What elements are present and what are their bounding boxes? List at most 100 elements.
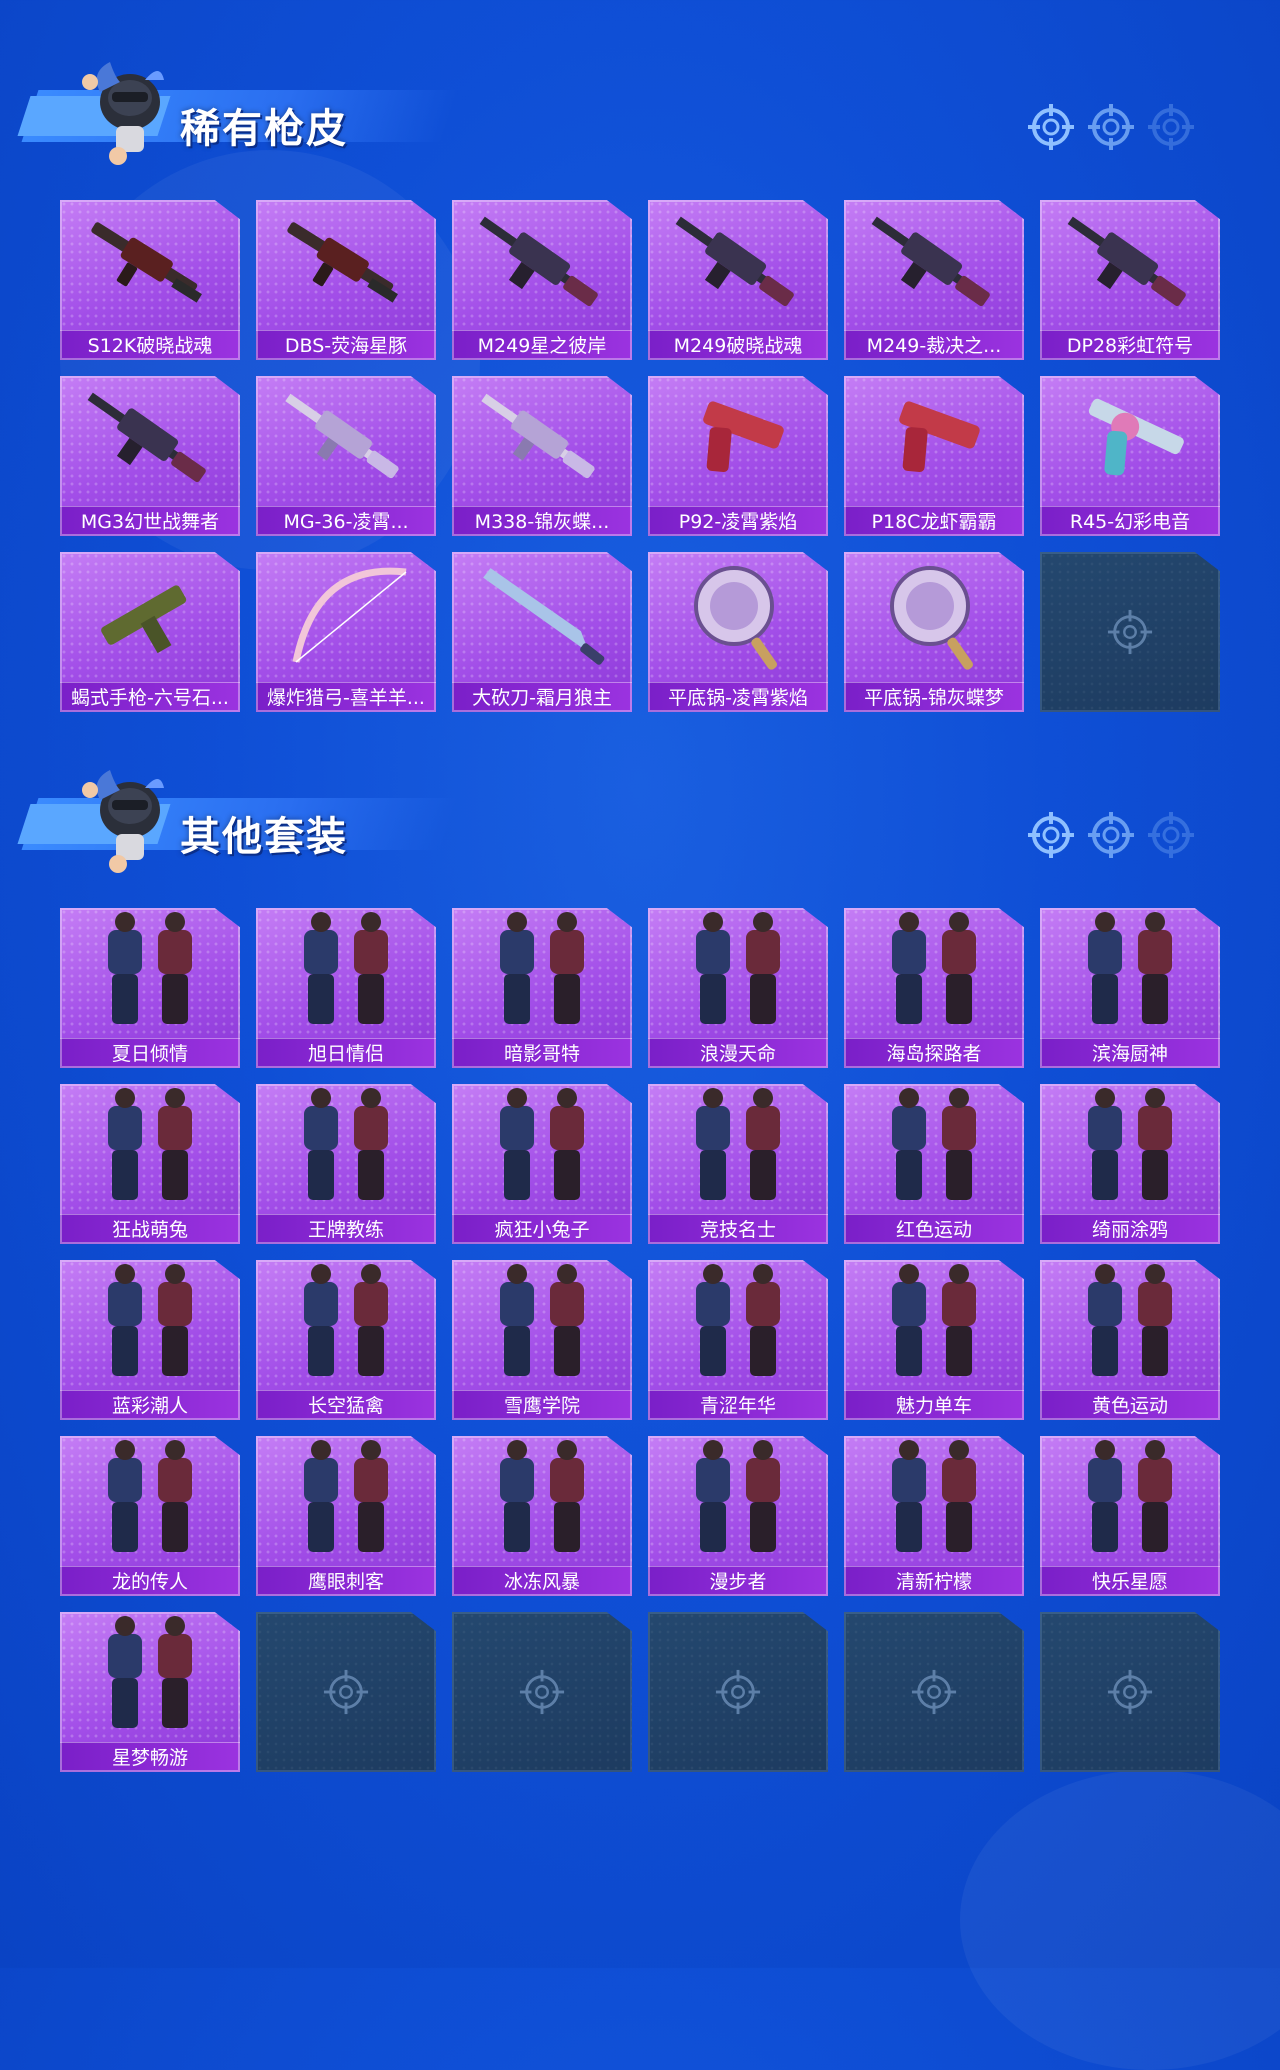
outfit-icon [696,1088,780,1200]
item-card[interactable]: 蓝彩潮人 [60,1260,240,1420]
item-label: 暗影哥特 [452,1038,632,1068]
rifle-icon [285,393,399,479]
item-label: 漫步者 [648,1566,828,1596]
crosshair-icon [1148,812,1194,858]
crosshair-icon [1028,104,1074,150]
item-label: M249-裁决之... [844,330,1024,360]
outfit-icon [892,1088,976,1200]
item-card[interactable]: 大砍刀-霜月狼主 [452,552,632,712]
item-card[interactable]: DBS-荧海星豚 [256,200,436,360]
item-card[interactable]: 黄色运动 [1040,1260,1220,1420]
item-card[interactable]: R45-幻彩电音 [1040,376,1220,536]
bow-icon [292,567,407,663]
item-label: 王牌教练 [256,1214,436,1244]
item-label: M249星之彼岸 [452,330,632,360]
rifle-icon [481,393,595,479]
crosshair-icon [1107,1669,1153,1715]
item-card[interactable]: 暗影哥特 [452,908,632,1068]
item-card[interactable]: 夏日倾情 [60,908,240,1068]
item-card[interactable]: 长空猛禽 [256,1260,436,1420]
item-card[interactable]: 鹰眼刺客 [256,1436,436,1596]
item-card[interactable]: 疯狂小兔子 [452,1084,632,1244]
outfit-icon [304,1264,388,1376]
item-card[interactable]: 王牌教练 [256,1084,436,1244]
crosshair-icon [519,1669,565,1715]
item-card[interactable]: 蝎式手枪-六号石... [60,552,240,712]
item-card[interactable]: DP28彩虹符号 [1040,200,1220,360]
item-label: 青涩年华 [648,1390,828,1420]
item-label: 蝎式手枪-六号石... [60,682,240,712]
outfit-icon [500,1088,584,1200]
crosshair-icon [1148,104,1194,150]
item-card[interactable]: 平底锅-凌霄紫焰 [648,552,828,712]
item-card[interactable]: 爆炸猎弓-喜羊羊... [256,552,436,712]
item-label: DBS-荧海星豚 [256,330,436,360]
item-label: M249破晓战魂 [648,330,828,360]
item-label: 龙的传人 [60,1566,240,1596]
outfit-icon [304,1088,388,1200]
shotgun-icon [91,222,202,303]
item-card[interactable]: 魅力单车 [844,1260,1024,1420]
item-card[interactable]: P18C龙虾霸霸 [844,376,1024,536]
crosshair-icon [1088,812,1134,858]
item-card[interactable]: 青涩年华 [648,1260,828,1420]
empty-slot [1040,1612,1220,1772]
item-card[interactable]: 红色运动 [844,1084,1024,1244]
crosshair-icon [323,1669,369,1715]
item-card[interactable]: 滨海厨神 [1040,908,1220,1068]
outfit-icon [500,912,584,1024]
rare-skins-grid: S12K破晓战魂 DBS-荧海星豚 M249星之彼岸 M249破晓战魂 M249-裁决之… [60,200,1220,712]
item-card[interactable]: 旭日情侣 [256,908,436,1068]
item-card[interactable]: 浪漫天命 [648,908,828,1068]
item-card[interactable]: 漫步者 [648,1436,828,1596]
item-label: 平底锅-锦灰蝶梦 [844,682,1024,712]
item-card[interactable]: 快乐星愿 [1040,1436,1220,1596]
item-label: 清新柠檬 [844,1566,1024,1596]
item-card[interactable]: 龙的传人 [60,1436,240,1596]
item-label: 黄色运动 [1040,1390,1220,1420]
item-card[interactable]: M249星之彼岸 [452,200,632,360]
outfit-icon [108,1088,192,1200]
item-label: 魅力单车 [844,1390,1024,1420]
item-card[interactable]: 星梦畅游 [60,1612,240,1772]
pan-icon [694,566,777,670]
other-outfits-grid: 夏日倾情 旭日情侣 暗影哥特 浪漫天命 海岛探路者 滨海厨神狂战萌兔 王牌教练 疯狂小兔子 竞技… [60,908,1220,1772]
item-card[interactable]: S12K破晓战魂 [60,200,240,360]
outfit-icon [1088,1440,1172,1552]
item-card[interactable]: 绮丽涂鸦 [1040,1084,1220,1244]
machine-gun-icon [1067,216,1186,307]
machine-gun-icon [675,216,794,307]
item-card[interactable]: MG-36-凌霄... [256,376,436,536]
item-card[interactable]: 雪鹰学院 [452,1260,632,1420]
item-card[interactable]: 平底锅-锦灰蝶梦 [844,552,1024,712]
item-card[interactable]: 竞技名士 [648,1084,828,1244]
item-card[interactable]: M249破晓战魂 [648,200,828,360]
item-card[interactable]: MG3幻世战舞者 [60,376,240,536]
outfit-icon [108,1440,192,1552]
crosshair-icon [1088,104,1134,150]
item-card[interactable]: M249-裁决之... [844,200,1024,360]
item-label: 夏日倾情 [60,1038,240,1068]
empty-slot [256,1612,436,1772]
outfit-icon [696,912,780,1024]
pistol-icon [703,401,784,472]
item-card[interactable]: 清新柠檬 [844,1436,1024,1596]
item-label: 红色运动 [844,1214,1024,1244]
soldier-mascot-icon [82,62,164,165]
item-card[interactable]: 海岛探路者 [844,908,1024,1068]
crosshair-decorations [1026,810,1196,860]
item-card[interactable]: 冰冻风暴 [452,1436,632,1596]
item-label: 大砍刀-霜月狼主 [452,682,632,712]
empty-slot [844,1612,1024,1772]
item-label: M338-锦灰蝶... [452,506,632,536]
item-card[interactable]: M338-锦灰蝶... [452,376,632,536]
item-label: P92-凌霄紫焰 [648,506,828,536]
crosshair-icon [1028,812,1074,858]
crosshair-icon [911,1669,957,1715]
outfit-icon [108,912,192,1024]
item-label: MG-36-凌霄... [256,506,436,536]
item-card[interactable]: P92-凌霄紫焰 [648,376,828,536]
crosshair-decorations [1026,102,1196,152]
item-card[interactable]: 狂战萌兔 [60,1084,240,1244]
item-label: S12K破晓战魂 [60,330,240,360]
